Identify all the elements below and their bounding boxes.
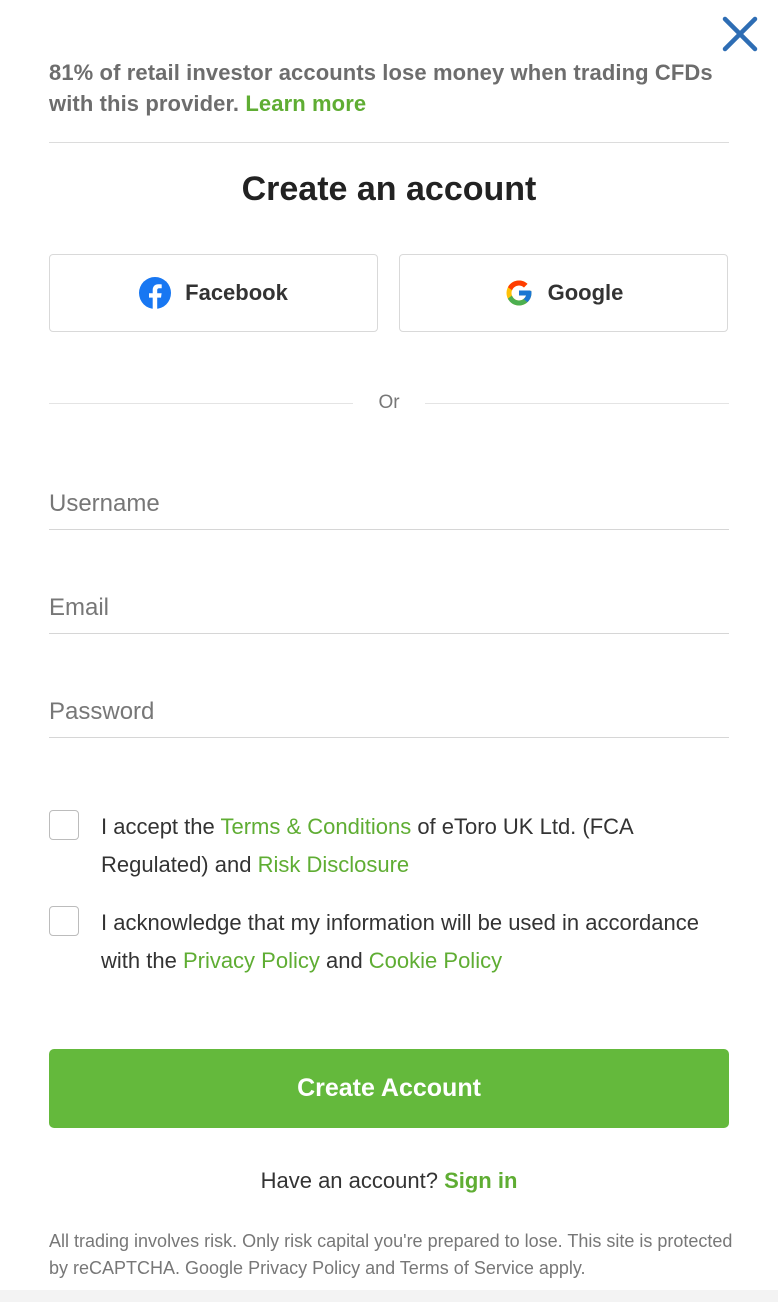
- learn-more-link[interactable]: Learn more: [245, 91, 366, 116]
- bottom-edge: [0, 1290, 778, 1302]
- signin-link[interactable]: Sign in: [444, 1168, 517, 1193]
- privacy-checkbox[interactable]: [49, 906, 79, 936]
- page-title: Create an account: [241, 170, 537, 208]
- google-label: Google: [547, 280, 624, 305]
- signin-prompt: Have an account?: [260, 1168, 445, 1193]
- terms-text-part1: I accept the: [101, 814, 221, 839]
- google-icon: [506, 280, 532, 306]
- terms-conditions-link[interactable]: Terms & Conditions: [220, 814, 411, 839]
- password-input[interactable]: [49, 689, 729, 735]
- cookie-policy-link[interactable]: Cookie Policy: [369, 948, 502, 973]
- risk-warning-text: 81% of retail investor accounts lose mon…: [49, 60, 713, 116]
- signup-page: 81% of retail investor accounts lose mon…: [0, 0, 778, 1302]
- facebook-icon: [139, 277, 172, 309]
- signin-row: Have an account? Sign in: [0, 1168, 778, 1194]
- username-input[interactable]: [49, 481, 729, 527]
- close-button[interactable]: [719, 13, 761, 55]
- facebook-button[interactable]: Facebook: [49, 254, 378, 332]
- privacy-text-part2: and: [319, 948, 369, 973]
- email-input[interactable]: [49, 585, 729, 631]
- password-field-wrapper: [49, 689, 729, 738]
- separator-line-right: [425, 403, 729, 404]
- terms-consent-text: I accept the Terms & Conditions of eToro…: [101, 808, 731, 884]
- footer-disclaimer: All trading involves risk. Only risk cap…: [49, 1231, 733, 1278]
- privacy-consent-text: I acknowledge that my information will b…: [101, 904, 731, 980]
- username-field-wrapper: [49, 481, 729, 530]
- risk-disclosure-link[interactable]: Risk Disclosure: [258, 852, 410, 877]
- email-field-wrapper: [49, 585, 729, 634]
- close-icon: [722, 16, 758, 52]
- or-separator: Or: [49, 390, 729, 418]
- create-account-button[interactable]: Create Account: [49, 1049, 729, 1128]
- divider: [49, 142, 729, 143]
- risk-warning-banner: 81% of retail investor accounts lose mon…: [49, 57, 729, 119]
- terms-checkbox[interactable]: [49, 810, 79, 840]
- google-button[interactable]: Google: [399, 254, 728, 332]
- facebook-label: Facebook: [185, 280, 288, 305]
- privacy-policy-link[interactable]: Privacy Policy: [183, 948, 320, 973]
